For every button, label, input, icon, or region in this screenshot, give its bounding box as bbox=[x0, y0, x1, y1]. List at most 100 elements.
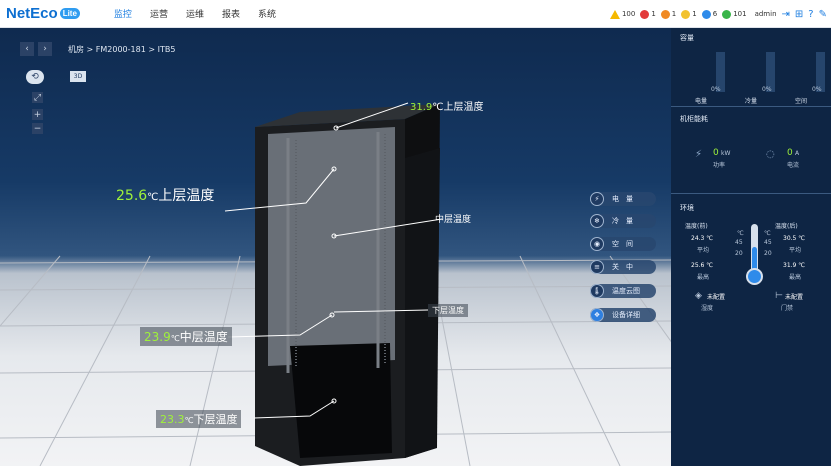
power-capacity-label: 电量 bbox=[695, 98, 708, 105]
space-icon: ◉ bbox=[590, 237, 604, 251]
space-capacity-pct: 0% bbox=[812, 86, 822, 93]
main-nav: 监控 运营 运维 报表 系统 bbox=[114, 7, 294, 20]
device-icon: ❖ bbox=[590, 308, 604, 322]
alarm-summary: 100 1 1 1 6 101 admin ⇥ ⊞ ? ✎ bbox=[605, 0, 827, 28]
temp-label-mid-right: 中层温度 bbox=[435, 215, 472, 225]
current-label: 电流 bbox=[787, 162, 800, 169]
humidity-value: 未配置 bbox=[707, 294, 726, 301]
temp-label-low-right: 下层温度 bbox=[428, 304, 468, 317]
divider bbox=[671, 193, 831, 194]
alarm-critical[interactable]: 1 bbox=[640, 9, 656, 19]
front-avg-label: 平均 bbox=[697, 247, 710, 254]
zoom-in-icon[interactable]: + bbox=[32, 109, 43, 120]
nav-system[interactable]: 系统 bbox=[258, 7, 276, 20]
close-view-button[interactable]: ≡ 关 中 bbox=[590, 260, 656, 274]
view-3d-button[interactable]: 3D bbox=[70, 71, 86, 82]
scale-mid-left: 20 bbox=[735, 250, 743, 257]
info-alarm-icon bbox=[701, 9, 711, 19]
breadcrumb: 机房 > FM2000-181 > ITB5 bbox=[68, 45, 176, 54]
alarm-major[interactable]: 1 bbox=[660, 9, 676, 19]
space-view-button[interactable]: ◉ 空 间 bbox=[590, 237, 656, 251]
warning-icon bbox=[609, 9, 620, 19]
forward-arrow-icon[interactable]: › bbox=[38, 42, 52, 56]
nav-monitor[interactable]: 监控 bbox=[114, 7, 132, 20]
power-icon: ⚡ bbox=[695, 149, 703, 160]
floor-grid bbox=[0, 102, 671, 466]
snowflake-icon: ❄ bbox=[590, 214, 604, 228]
fit-view-icon[interactable]: ⤢ bbox=[32, 92, 43, 103]
humidity-icon: ◈ bbox=[695, 291, 702, 301]
power-capacity-pct: 0% bbox=[711, 86, 721, 93]
divider bbox=[671, 106, 831, 107]
nav-operation[interactable]: 运营 bbox=[150, 7, 168, 20]
power-label: 功率 bbox=[713, 162, 726, 169]
scale-mid-right: 20 bbox=[764, 250, 772, 257]
back-max-value: 31.9 ℃ bbox=[783, 262, 806, 269]
scale-unit-right: ℃ bbox=[764, 230, 771, 237]
door-icon: ⊢ bbox=[775, 291, 783, 301]
back-temp-title: 温度(后) bbox=[775, 223, 798, 230]
door-value: 未配置 bbox=[785, 294, 804, 301]
zoom-out-icon[interactable]: − bbox=[32, 123, 43, 134]
thermometer-icon: 🌡 bbox=[590, 284, 604, 298]
back-avg-label: 平均 bbox=[789, 247, 802, 254]
current-value: 0 bbox=[787, 148, 793, 158]
cooling-capacity-pct: 0% bbox=[762, 86, 772, 93]
front-max-label: 最高 bbox=[697, 274, 710, 281]
back-avg-value: 30.5 ℃ bbox=[783, 235, 806, 242]
help-icon[interactable]: ? bbox=[808, 9, 813, 20]
scale-top-left: 45 bbox=[735, 239, 743, 246]
temperature-cloud-button[interactable]: 🌡 温度云图 bbox=[590, 284, 656, 298]
alarm-warning[interactable]: 100 bbox=[609, 9, 635, 19]
env-title: 环境 bbox=[680, 204, 694, 212]
door-label: 门禁 bbox=[781, 305, 794, 312]
major-alarm-icon bbox=[660, 9, 670, 19]
capacity-title: 容量 bbox=[680, 34, 694, 42]
rotate-icon[interactable]: ⟲ bbox=[26, 70, 44, 84]
server-rack bbox=[255, 104, 440, 466]
device-detail-button[interactable]: ❖ 设备详细 bbox=[590, 308, 656, 322]
minor-alarm-icon bbox=[681, 9, 691, 19]
info-panel: 容量 0% 0% 0% 电量 冷量 空间 机柜能耗 ⚡ 0 kW 功率 ◌ 0 … bbox=[671, 28, 831, 466]
front-avg-value: 24.3 ℃ bbox=[691, 235, 714, 242]
back-arrow-icon[interactable]: ‹ bbox=[20, 42, 34, 56]
thermometer-bulb bbox=[746, 268, 763, 285]
nav-maintenance[interactable]: 运维 bbox=[186, 7, 204, 20]
rack-3d-view[interactable]: ‹ › 机房 > FM2000-181 > ITB5 ⟲ 3D ⤢ + − 31… bbox=[0, 28, 671, 466]
temp-label-top-right: 31.9 ℃ 上层温度 bbox=[410, 102, 484, 113]
humidity-label: 湿度 bbox=[701, 305, 714, 312]
alarm-minor[interactable]: 1 bbox=[681, 9, 697, 19]
temp-label-mid-left: 23.9 ℃ 中层温度 bbox=[140, 327, 232, 346]
ok-status-icon bbox=[722, 9, 732, 19]
front-max-value: 25.6 ℃ bbox=[691, 262, 714, 269]
power-title: 机柜能耗 bbox=[680, 115, 708, 123]
power-icon: ⚡ bbox=[590, 192, 604, 206]
temp-label-top-left: 25.6 ℃ 上层温度 bbox=[116, 188, 215, 204]
alarm-ok[interactable]: 101 bbox=[722, 9, 747, 19]
alarm-info[interactable]: 6 bbox=[701, 9, 717, 19]
back-max-label: 最高 bbox=[789, 274, 802, 281]
logo-text: NetEco bbox=[6, 5, 58, 22]
temp-label-low-left: 23.3 ℃ 下层温度 bbox=[156, 410, 242, 428]
power-unit: kW bbox=[721, 150, 731, 157]
logout-icon[interactable]: ⇥ bbox=[782, 9, 790, 20]
top-bar: NetEco Lite 监控 运营 运维 报表 系统 100 1 1 1 6 1… bbox=[0, 0, 831, 28]
list-icon: ≡ bbox=[590, 260, 604, 274]
current-unit: A bbox=[795, 150, 800, 157]
power-value: 0 bbox=[713, 148, 719, 158]
cooling-view-button[interactable]: ❄ 冷 量 bbox=[590, 214, 656, 228]
nav-reports[interactable]: 报表 bbox=[222, 7, 240, 20]
front-temp-title: 温度(前) bbox=[685, 223, 708, 230]
user-name[interactable]: admin bbox=[755, 10, 777, 18]
current-icon: ◌ bbox=[766, 149, 775, 160]
scale-top-right: 45 bbox=[764, 239, 772, 246]
neteco-logo[interactable]: NetEco Lite bbox=[6, 5, 80, 22]
power-view-button[interactable]: ⚡ 电 量 bbox=[590, 192, 656, 206]
topology-icon[interactable]: ⊞ bbox=[795, 9, 803, 20]
logo-badge: Lite bbox=[59, 8, 80, 19]
critical-alarm-icon bbox=[640, 9, 650, 19]
cooling-capacity-label: 冷量 bbox=[745, 98, 758, 105]
space-capacity-label: 空间 bbox=[795, 98, 808, 105]
scale-unit-left: ℃ bbox=[737, 230, 744, 237]
settings-icon[interactable]: ✎ bbox=[819, 9, 827, 20]
